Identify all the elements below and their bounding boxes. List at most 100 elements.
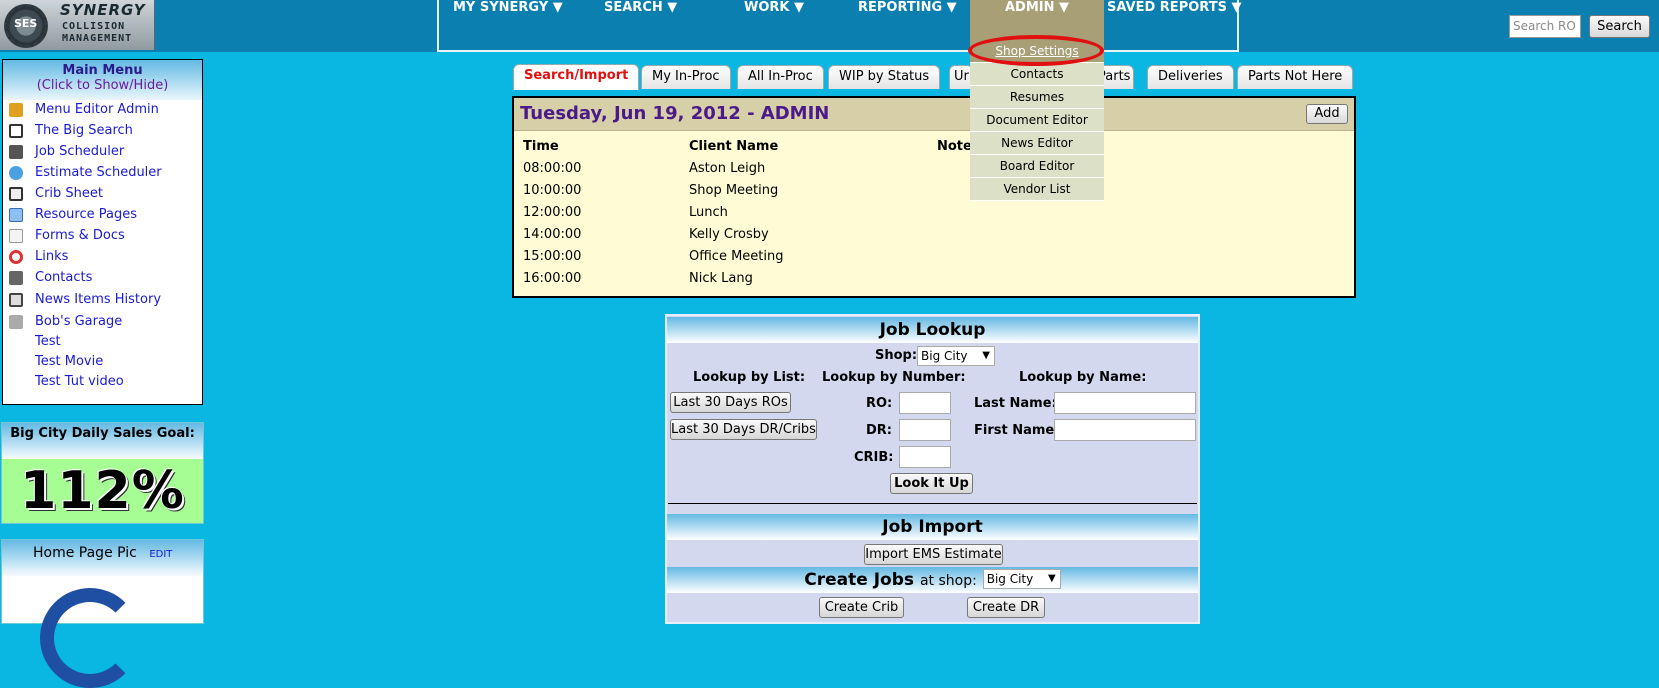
last-name-input[interactable] <box>1054 392 1196 414</box>
synergy-logo[interactable]: SES SYNERGY COLLISION MANAGEMENT <box>0 0 155 50</box>
nav-work[interactable]: WORK ▼ <box>744 0 804 50</box>
create-jobs-title: Create Jobs <box>804 570 915 590</box>
sales-goal-title: Big City Daily Sales Goal: <box>2 423 203 459</box>
chevron-down-icon: ▼ <box>982 350 990 361</box>
magnifier-icon <box>9 124 23 138</box>
schedule-row-client[interactable]: Kelly Crosby <box>689 227 769 242</box>
lookup-by-list-label: Lookup by List: <box>693 370 806 385</box>
create-jobs-shop-value: Big City <box>986 572 1034 586</box>
main-menu-subtitle: (Click to Show/Hide) <box>36 78 169 93</box>
first-name-label: First Name: <box>974 423 1060 438</box>
create-jobs-at-shop-label: at shop: <box>919 573 977 589</box>
refresh-arrows-image <box>40 588 140 688</box>
menu-item-contacts[interactable]: Contacts <box>3 268 202 288</box>
tab-my-in-proc[interactable]: My In-Proc <box>641 65 731 89</box>
logo-line2: COLLISION <box>62 21 126 32</box>
menu-item-links[interactable]: Links <box>3 247 202 267</box>
menu-item-label: Job Scheduler <box>35 144 125 159</box>
schedule-row-time: 16:00:00 <box>523 271 582 286</box>
menu-item-crib-sheet[interactable]: Crib Sheet <box>3 184 202 204</box>
create-dr-button[interactable]: Create DR <box>967 597 1045 618</box>
shop-label: Shop: <box>875 348 918 363</box>
tab-wip-by-status[interactable]: WIP by Status <box>828 65 941 89</box>
column-header-time: Time <box>523 139 559 154</box>
logo-line3: MANAGEMENT <box>62 33 133 44</box>
menu-item-label: Bob's Garage <box>35 314 123 329</box>
dropdown-item-board-editor[interactable]: Board Editor <box>970 155 1104 178</box>
menu-item-forms-docs[interactable]: Forms & Docs <box>3 226 202 246</box>
search-ro-input[interactable]: Search RO <box>1509 15 1581 38</box>
column-header-client-name: Client Name <box>689 139 779 154</box>
dropdown-item-contacts[interactable]: Contacts <box>970 63 1104 86</box>
menu-item-label: The Big Search <box>35 123 133 138</box>
tab-deliveries[interactable]: Deliveries <box>1147 65 1234 89</box>
menu-item-label: Links <box>35 249 69 264</box>
nav-saved-reports[interactable]: SAVED REPORTS ▼ <box>1107 0 1241 50</box>
last-30-days-ros-button[interactable]: Last 30 Days ROs <box>670 392 791 413</box>
schedule-row-time: 08:00:00 <box>523 161 582 176</box>
scheduler-icon <box>9 145 23 159</box>
tools-icon <box>9 315 23 329</box>
schedule-row-client[interactable]: Lunch <box>689 205 728 220</box>
tab-all-in-proc[interactable]: All In-Proc <box>737 65 824 89</box>
create-jobs-shop-select[interactable]: Big City ▼ <box>982 569 1061 589</box>
menu-item-test-movie[interactable]: Test Movie <box>3 352 202 372</box>
dr-input[interactable] <box>899 419 951 441</box>
main-menu-title: Main Menu <box>62 63 143 78</box>
job-import-title: Job Import <box>667 514 1198 540</box>
schedule-row-time: 15:00:00 <box>523 249 582 264</box>
schedule-row-client[interactable]: Shop Meeting <box>689 183 778 198</box>
clock-icon <box>9 166 23 180</box>
dropdown-item-vendor-list[interactable]: Vendor List <box>970 178 1104 201</box>
create-crib-button[interactable]: Create Crib <box>819 597 904 618</box>
import-ems-estimate-button[interactable]: Import EMS Estimate <box>864 544 1003 565</box>
menu-item-menu-editor-admin[interactable]: Menu Editor Admin <box>3 100 202 120</box>
job-lookup-title: Job Lookup <box>667 317 1198 343</box>
sales-goal-value: 112% <box>20 461 185 521</box>
search-button[interactable]: Search <box>1589 15 1650 38</box>
tab-search-import[interactable]: Search/Import <box>513 64 640 90</box>
crib-input[interactable] <box>899 446 951 468</box>
home-page-pic-edit-link[interactable]: EDIT <box>149 549 172 560</box>
dropdown-item-resumes[interactable]: Resumes <box>970 86 1104 109</box>
logo-line1: SYNERGY <box>60 1 146 19</box>
schedule-row-client[interactable]: Aston Leigh <box>689 161 765 176</box>
dropdown-item-document-editor[interactable]: Document Editor <box>970 109 1104 132</box>
menu-item-label: Resource Pages <box>35 207 137 222</box>
last-30-days-dr-cribs-button[interactable]: Last 30 Days DR/Cribs <box>670 419 817 440</box>
add-appointment-button[interactable]: Add <box>1306 104 1348 124</box>
menu-item-test[interactable]: Test <box>3 332 202 352</box>
menu-item-label: Contacts <box>35 270 93 285</box>
main-nav: MY SYNERGY ▼ SEARCH ▼ WORK ▼ REPORTING ▼… <box>437 0 1241 52</box>
menu-item-news-items-history[interactable]: News Items History <box>3 290 202 310</box>
create-jobs-header: Create Jobs at shop: Big City ▼ <box>667 567 1198 593</box>
menu-item-job-scheduler[interactable]: Job Scheduler <box>3 142 202 162</box>
menu-item-label: Test Movie <box>35 354 104 369</box>
main-menu-header[interactable]: Main Menu (Click to Show/Hide) <box>3 60 202 100</box>
menu-item-label: Test <box>35 334 61 349</box>
nav-my-synergy[interactable]: MY SYNERGY ▼ <box>453 0 563 50</box>
shop-select[interactable]: Big City ▼ <box>917 346 995 366</box>
menu-item-estimate-scheduler[interactable]: Estimate Scheduler <box>3 163 202 183</box>
tab-parts-not-here[interactable]: Parts Not Here <box>1237 65 1354 89</box>
dropdown-item-shop-settings[interactable]: Shop Settings <box>970 40 1104 63</box>
crib-label: CRIB: <box>854 450 894 465</box>
first-name-input[interactable] <box>1054 419 1196 441</box>
schedule-row-time: 14:00:00 <box>523 227 582 242</box>
schedule-row-client[interactable]: Office Meeting <box>689 249 784 264</box>
main-menu-panel: Main Menu (Click to Show/Hide) Menu Edit… <box>2 59 203 405</box>
menu-item-label: News Items History <box>35 292 162 307</box>
menu-item-test-tut-video[interactable]: Test Tut video <box>3 372 202 392</box>
logo-mark: SES <box>14 17 38 30</box>
address-book-icon <box>9 271 23 285</box>
nav-search[interactable]: SEARCH ▼ <box>604 0 677 50</box>
section-divider <box>668 503 1197 504</box>
menu-item-big-search[interactable]: The Big Search <box>3 121 202 141</box>
menu-item-resource-pages[interactable]: Resource Pages <box>3 205 202 225</box>
schedule-row-client[interactable]: Nick Lang <box>689 271 753 286</box>
menu-item-bobs-garage[interactable]: Bob's Garage <box>3 312 202 332</box>
dropdown-item-news-editor[interactable]: News Editor <box>970 132 1104 155</box>
nav-reporting[interactable]: REPORTING ▼ <box>858 0 957 50</box>
ro-input[interactable] <box>899 392 951 414</box>
look-it-up-button[interactable]: Look It Up <box>890 473 973 494</box>
